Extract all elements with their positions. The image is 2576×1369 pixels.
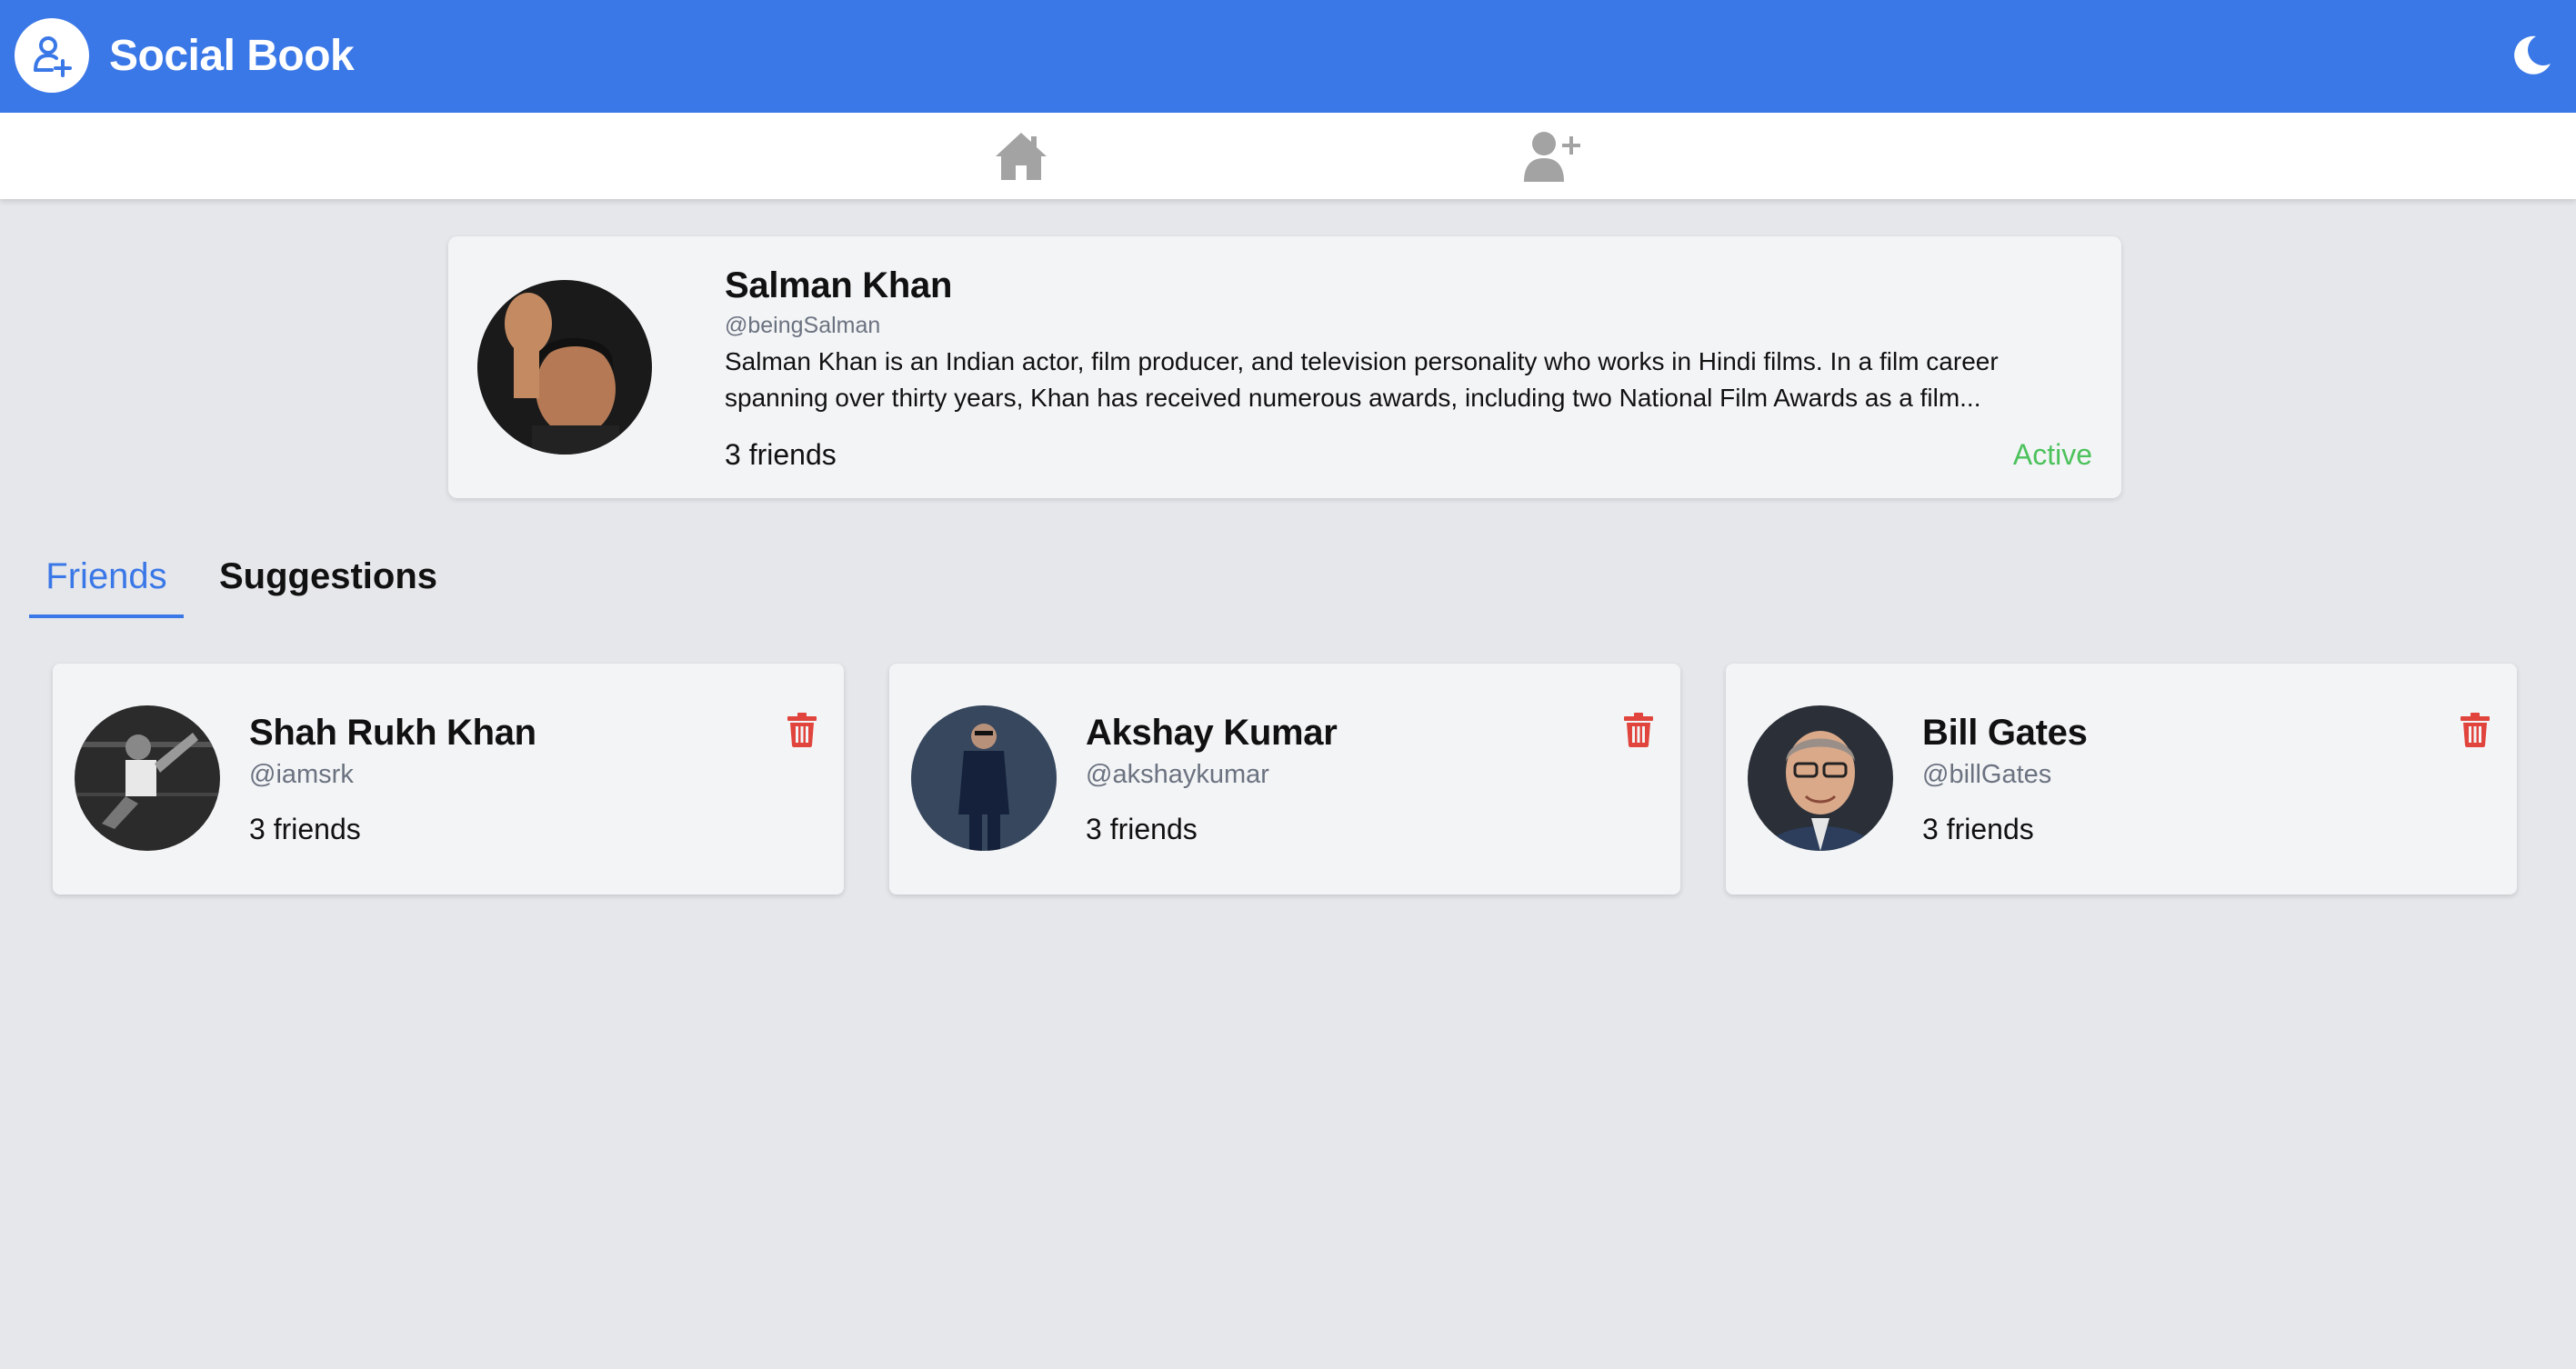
- trash-icon[interactable]: [1624, 713, 1653, 747]
- home-icon[interactable]: [994, 129, 1048, 184]
- friend-count: 3 friends: [1086, 813, 1198, 845]
- status-badge: Active: [2012, 438, 2092, 471]
- profile-bio: Salman Khan is an Indian actor, film pro…: [725, 347, 1999, 412]
- avatar: [75, 705, 220, 851]
- moon-icon[interactable]: [2509, 33, 2554, 78]
- nav-bar: [0, 113, 2576, 199]
- friend-count: 3 friends: [1922, 813, 2034, 845]
- app-title: Social Book: [109, 32, 355, 80]
- avatar: [1748, 705, 1893, 851]
- profile-name: Salman Khan: [725, 265, 953, 305]
- friend-handle: @billGates: [1922, 760, 2052, 789]
- friend-card: Shah Rukh Khan @iamsrk 3 friends: [53, 664, 844, 894]
- add-user-icon[interactable]: [15, 18, 89, 93]
- friend-name: Shah Rukh Khan: [249, 713, 536, 753]
- friend-handle: @iamsrk: [249, 760, 354, 789]
- profile-friend-count: 3 friends: [725, 438, 837, 471]
- profile-card: Salman Khan @beingSalman Salman Khan is …: [448, 236, 2121, 498]
- friend-card: Bill Gates @billGates 3 friends: [1726, 664, 2517, 894]
- trash-icon[interactable]: [2461, 713, 2490, 747]
- app-header: Social Book: [0, 0, 2576, 113]
- friend-card: Akshay Kumar @akshaykumar 3 friends: [889, 664, 1680, 894]
- avatar: [477, 280, 652, 455]
- tab-friends[interactable]: Friends: [29, 551, 184, 618]
- add-friend-icon[interactable]: [1524, 129, 1580, 184]
- friend-handle: @akshaykumar: [1086, 760, 1269, 789]
- friend-count: 3 friends: [249, 813, 361, 845]
- avatar: [911, 705, 1057, 851]
- friend-name: Akshay Kumar: [1086, 713, 1338, 753]
- friend-name: Bill Gates: [1922, 713, 2088, 753]
- trash-icon[interactable]: [787, 713, 817, 747]
- tab-suggestions[interactable]: Suggestions: [219, 551, 437, 618]
- profile-handle: @beingSalman: [725, 313, 881, 338]
